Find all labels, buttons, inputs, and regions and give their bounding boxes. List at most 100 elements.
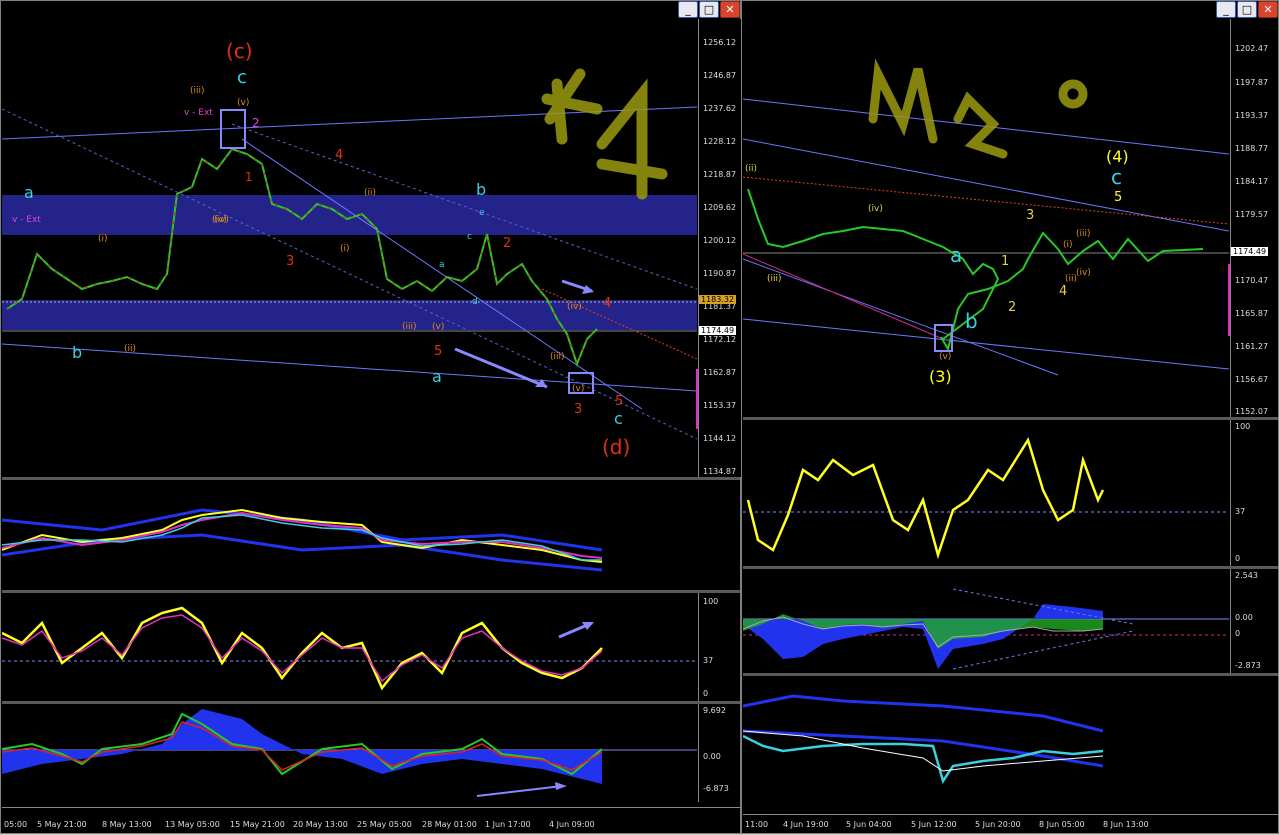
m30-indicator-pane-2[interactable]	[743, 569, 1229, 673]
maximize-icon[interactable]: □	[699, 1, 719, 18]
osc-tick: 37	[703, 656, 714, 665]
price-tick: 1184.17	[1235, 177, 1269, 186]
time-tick: 5 Jun 20:00	[975, 820, 1021, 829]
price-tick: 1144.12	[703, 434, 737, 443]
wave-label-2-top: 2	[252, 116, 260, 130]
m30-indicator-pane-1[interactable]	[743, 420, 1229, 566]
close-icon[interactable]: ✕	[1258, 1, 1278, 18]
time-tick: 11:00	[745, 820, 769, 829]
price-tick: 1153.37	[703, 401, 737, 410]
close-icon[interactable]: ✕	[720, 1, 740, 18]
h4-chart-window: _ □ ✕ (c) c (v) (iii) v - Ext v - Ext a …	[0, 0, 741, 834]
wave-label-ii-mid: (ii)	[364, 188, 377, 198]
m30-price-pane[interactable]: (4) c 5 3 1 2 4 a b (3) (v) (iv) (ii) (i…	[743, 19, 1229, 417]
wave-label-ii: (ii)	[745, 164, 758, 174]
price-tick: 1228.12	[703, 137, 737, 146]
price-tick: 1190.87	[703, 269, 737, 278]
m30-osc1-axis[interactable]: 100 37 0	[1230, 420, 1279, 566]
wave-label-b: b	[965, 309, 978, 333]
wave-label-c-paren: (c)	[226, 39, 253, 63]
m30-price-plot	[743, 58, 1229, 376]
wave-label-b-left: b	[72, 343, 83, 362]
maximize-icon[interactable]: □	[1237, 1, 1257, 18]
wave-label-v-mid: (v)	[432, 322, 445, 332]
m30-time-axis[interactable]: 11:00 4 Jun 19:00 5 Jun 04:00 5 Jun 12:0…	[743, 814, 1278, 835]
window-controls: _ □ ✕	[1216, 1, 1278, 18]
wave-label-a-mid: a	[439, 260, 445, 270]
wave-label-3-red-b: 3	[574, 402, 583, 417]
wave-label-vext-top: v - Ext	[184, 108, 213, 118]
price-tag-current: 1174.49	[1231, 247, 1269, 256]
osc-tick: 0	[703, 689, 709, 698]
price-tick: 1200.12	[703, 236, 737, 245]
wave-label-4-red: 4	[335, 148, 344, 163]
wave-label-paren-4: (4)	[1106, 147, 1129, 166]
osc-tick: 100	[1235, 422, 1251, 431]
wave-label-a-bottom: a	[432, 367, 442, 386]
wave-label-iv-mid: (iv)	[212, 215, 227, 225]
price-tick: 1134.87	[703, 467, 737, 476]
wave-label-d-paren: (d)	[602, 435, 631, 459]
wave-label-i-left: (i)	[98, 234, 108, 244]
h4-time-axis[interactable]: 05:00 5 May 21:00 8 May 13:00 13 May 05:…	[2, 807, 740, 835]
wave-label-5-red-b: 5	[615, 394, 624, 409]
wave-label-iv: (iv)	[868, 204, 883, 214]
minimize-icon[interactable]: _	[1216, 1, 1236, 18]
price-tick: 1237.62	[703, 104, 737, 113]
minimize-icon[interactable]: _	[678, 1, 698, 18]
time-tick: 8 May 13:00	[102, 820, 152, 829]
price-tick: 1156.67	[1235, 375, 1269, 384]
price-tag-dashed: 1183.32	[699, 295, 737, 304]
price-tick: 1246.87	[703, 71, 737, 80]
price-tick: 1197.87	[1235, 78, 1269, 87]
h4-osc2-axis[interactable]: 100 37 0	[698, 593, 741, 701]
wave-label-iii-top: (iii)	[190, 86, 205, 96]
time-tick: 8 Jun 13:00	[1103, 820, 1149, 829]
wave-label-4-red-b: 4	[603, 296, 612, 311]
price-tag-current: 1174.49	[699, 326, 737, 335]
wave-label-3: 3	[1026, 208, 1035, 223]
wave-label-c-mid: c	[467, 232, 472, 242]
price-scale-marker	[1228, 264, 1230, 336]
osc-tick: 0	[1235, 554, 1241, 563]
time-tick: 13 May 05:00	[165, 820, 220, 829]
time-tick: 20 May 13:00	[293, 820, 348, 829]
m30-indicator-pane-3[interactable]	[743, 676, 1229, 814]
m30-osc2-axis[interactable]: 2.543 0.00 0 -2.873	[1230, 569, 1279, 673]
price-tick: 1218.87	[703, 170, 737, 179]
price-tick: 1165.87	[1235, 309, 1269, 318]
price-tick: 1202.47	[1235, 44, 1269, 53]
h4-indicator-pane-2[interactable]	[2, 593, 697, 701]
wave-label-vext-left: v - Ext	[12, 215, 41, 225]
wave-label-3-red: 3	[286, 254, 295, 269]
h4-indicator-pane-1[interactable]	[2, 480, 697, 590]
h4-indicator-pane-3[interactable]	[2, 704, 697, 802]
h4-osc3-axis[interactable]: 9.692 0.00 -6.873	[698, 704, 741, 802]
wave-label-2-red-b: 2	[503, 236, 512, 251]
wave-label-iii-b: (iii)	[550, 352, 565, 362]
price-tick: 1162.87	[703, 368, 737, 377]
price-tick: 1161.27	[1235, 342, 1269, 351]
price-tick: 1188.77	[1235, 144, 1269, 153]
m30-price-axis[interactable]: 1202.47 1197.87 1193.37 1188.77 1184.17 …	[1228, 19, 1279, 417]
wave-label-5: 5	[1114, 190, 1123, 205]
wave-label-iv-2: (iv)	[1076, 268, 1091, 278]
time-tick: 4 Jun 09:00	[549, 820, 595, 829]
wave-label-i-2: (i)	[1063, 240, 1073, 250]
wave-label-a: a	[950, 243, 963, 267]
osc-tick: 2.543	[1235, 571, 1258, 580]
h4-price-pane[interactable]: (c) c (v) (iii) v - Ext v - Ext a b (ii)…	[2, 19, 697, 477]
time-tick: 05:00	[4, 820, 28, 829]
h4-price-axis[interactable]: 1256.12 1246.87 1237.62 1228.12 1218.87 …	[696, 19, 741, 477]
wave-label-iii-mid: (iii)	[402, 322, 417, 332]
osc-tick: 37	[1235, 507, 1246, 516]
wave-label-v-top: (v)	[237, 98, 250, 108]
time-tick: 5 May 21:00	[37, 820, 87, 829]
wave-label-i-mid: (i)	[340, 244, 350, 254]
wave-label-c-top: c	[237, 67, 247, 88]
price-tick: 1170.47	[1235, 276, 1269, 285]
wave-label-v-b: (v)	[572, 384, 585, 394]
wave-label-1: 1	[1001, 254, 1010, 269]
time-tick: 1 Jun 17:00	[485, 820, 531, 829]
wave-label-2: 2	[1008, 300, 1017, 315]
